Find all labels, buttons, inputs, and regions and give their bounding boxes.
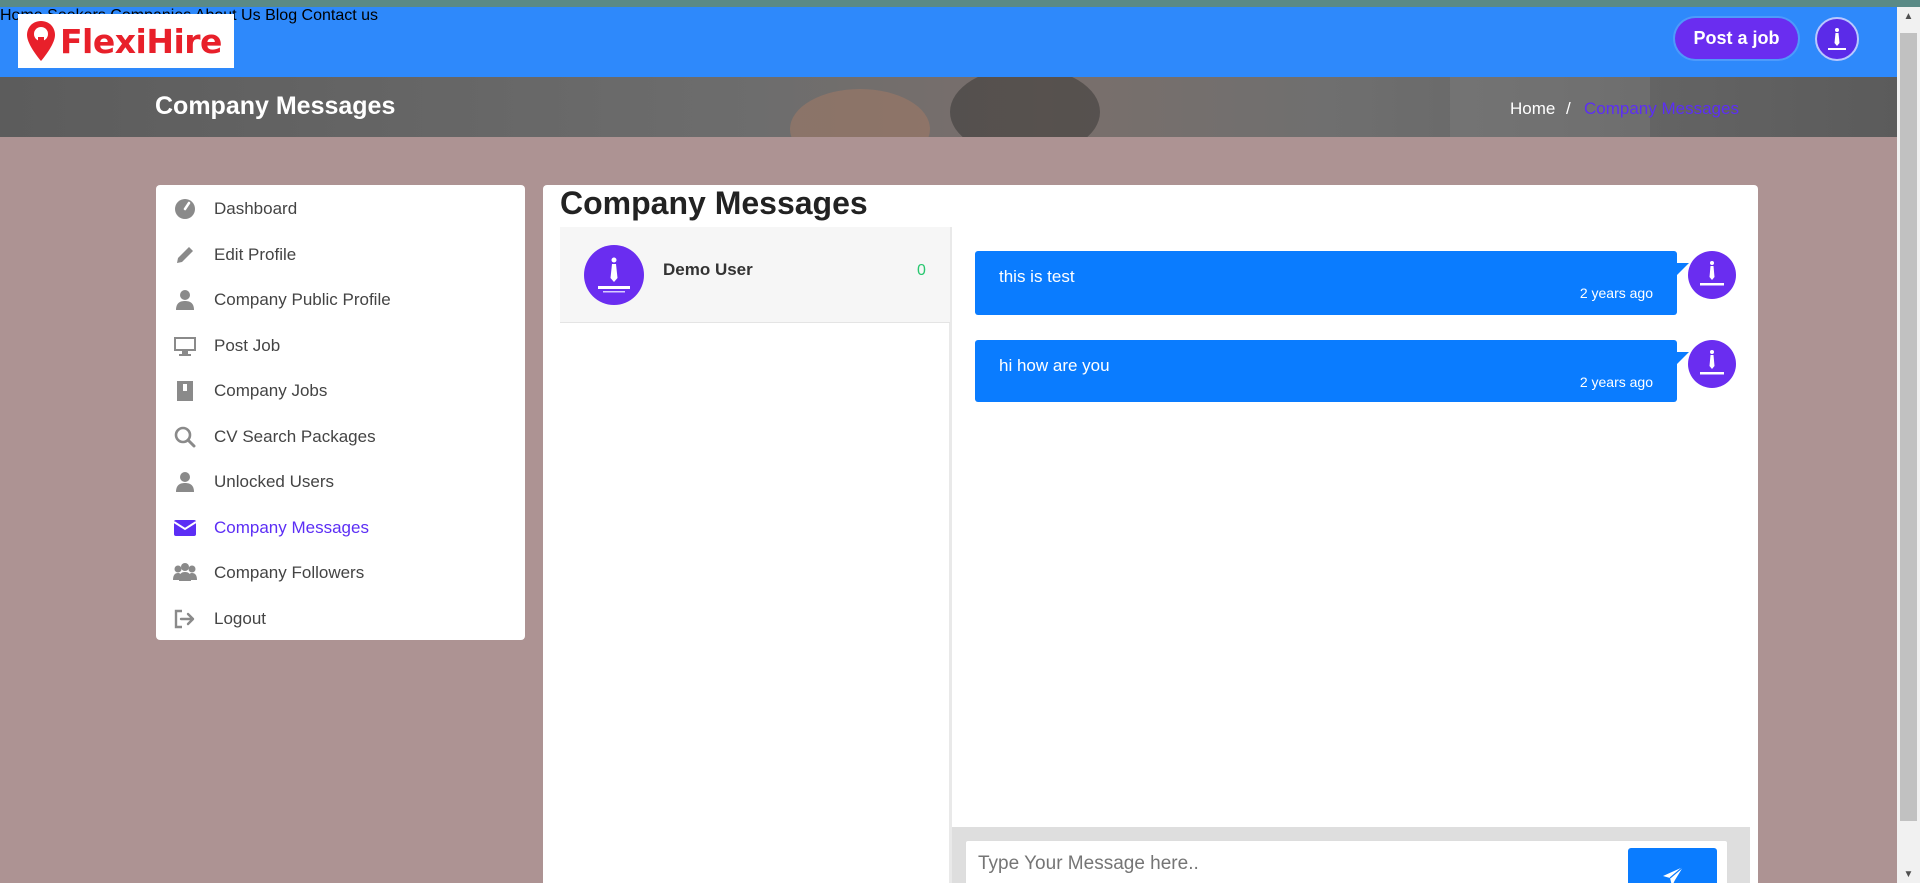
no-image-icon xyxy=(1700,261,1724,286)
sidebar-item-cv-search-packages[interactable]: CV Search Packages xyxy=(172,422,512,452)
contact-list: Demo User 0 xyxy=(560,227,952,883)
dashboard-sidebar: Dashboard Edit Profile Company Public Pr… xyxy=(156,185,525,640)
contact-item[interactable]: Demo User 0 xyxy=(560,227,950,323)
site-logo[interactable]: FlexiHire xyxy=(18,14,234,68)
logout-icon xyxy=(172,606,198,632)
search-icon xyxy=(172,424,198,450)
message-bubble: this is test 2 years ago xyxy=(975,251,1689,315)
sidebar-item-label: Company Messages xyxy=(214,518,369,537)
sidebar-item-dashboard[interactable]: Dashboard xyxy=(172,194,512,224)
contact-name: Demo User xyxy=(663,260,753,279)
message-composer xyxy=(952,827,1750,883)
scroll-up-arrow-icon[interactable]: ▲ xyxy=(1897,7,1920,25)
user-icon xyxy=(172,469,198,495)
sidebar-item-label: Company Followers xyxy=(214,563,365,582)
post-job-button[interactable]: Post a job xyxy=(1675,18,1798,59)
sidebar-item-label: Post Job xyxy=(214,336,281,355)
dashboard-icon xyxy=(172,196,198,222)
sidebar-item-company-followers[interactable]: Company Followers xyxy=(172,558,512,588)
breadcrumb-separator: / xyxy=(1566,99,1571,118)
sidebar-item-logout[interactable]: Logout xyxy=(172,604,512,634)
message-time: 2 years ago xyxy=(1579,285,1653,301)
send-button[interactable] xyxy=(1628,848,1717,883)
message-time: 2 years ago xyxy=(1579,374,1653,390)
logo-text: FlexiHire xyxy=(60,21,222,61)
location-pin-icon xyxy=(27,21,55,61)
sidebar-item-label: Company Public Profile xyxy=(214,290,391,309)
sidebar-item-label: Logout xyxy=(214,609,266,628)
user-icon xyxy=(172,287,198,313)
page-banner: Company Messages Home / Company Messages xyxy=(0,77,1897,137)
breadcrumb-home[interactable]: Home xyxy=(1510,99,1555,119)
page-title: Company Messages xyxy=(155,92,396,120)
sidebar-item-label: Company Jobs xyxy=(214,381,328,400)
messages-heading: Company Messages xyxy=(560,185,868,221)
nav-blog[interactable]: Blog xyxy=(265,7,297,24)
message-bubble: hi how are you 2 years ago xyxy=(975,340,1689,402)
message-input[interactable] xyxy=(965,840,1728,883)
sender-avatar xyxy=(1688,251,1736,299)
envelope-icon xyxy=(172,515,198,541)
sidebar-item-label: CV Search Packages xyxy=(214,427,376,446)
no-image-icon xyxy=(598,257,630,293)
nav-contact-us[interactable]: Contact us xyxy=(302,7,378,24)
breadcrumb-current: Company Messages xyxy=(1584,99,1739,118)
users-icon xyxy=(172,560,198,586)
banner-image xyxy=(790,89,930,137)
messages-panel: Company Messages Demo User 0 this is tes… xyxy=(543,185,1758,883)
sidebar-item-label: Dashboard xyxy=(214,199,298,218)
sidebar-item-label: Edit Profile xyxy=(214,245,297,264)
unread-count: 0 xyxy=(917,262,926,279)
sidebar-item-edit-profile[interactable]: Edit Profile xyxy=(172,240,512,270)
no-image-icon xyxy=(1700,350,1724,375)
sidebar-item-label: Unlocked Users xyxy=(214,472,334,491)
pencil-icon xyxy=(172,242,198,268)
paper-plane-icon xyxy=(1662,866,1683,883)
sidebar-item-unlocked-users[interactable]: Unlocked Users xyxy=(172,467,512,497)
page-scrollbar[interactable]: ▲ ▼ xyxy=(1897,7,1920,883)
no-image-icon xyxy=(1828,28,1846,50)
contact-avatar xyxy=(584,245,644,305)
banner-image-shade xyxy=(950,77,1100,137)
sender-avatar xyxy=(1688,340,1736,388)
site-header: FlexiHire Home Seekers Companies About U… xyxy=(0,7,1897,77)
briefcase-icon xyxy=(172,378,198,404)
sidebar-item-company-messages[interactable]: Company Messages xyxy=(172,513,512,543)
message-text: hi how are you xyxy=(999,356,1110,375)
scrollbar-thumb[interactable] xyxy=(1900,33,1917,821)
message-text: this is test xyxy=(999,267,1075,286)
sidebar-item-company-public-profile[interactable]: Company Public Profile xyxy=(172,285,512,315)
desktop-icon xyxy=(172,333,198,359)
scroll-down-arrow-icon[interactable]: ▼ xyxy=(1897,865,1920,883)
user-avatar[interactable] xyxy=(1815,17,1859,61)
sidebar-item-company-jobs[interactable]: Company Jobs xyxy=(172,376,512,406)
top-strip xyxy=(0,0,1920,7)
sidebar-item-post-job[interactable]: Post Job xyxy=(172,331,512,361)
chat-area: this is test 2 years ago hi how are you … xyxy=(952,227,1758,883)
